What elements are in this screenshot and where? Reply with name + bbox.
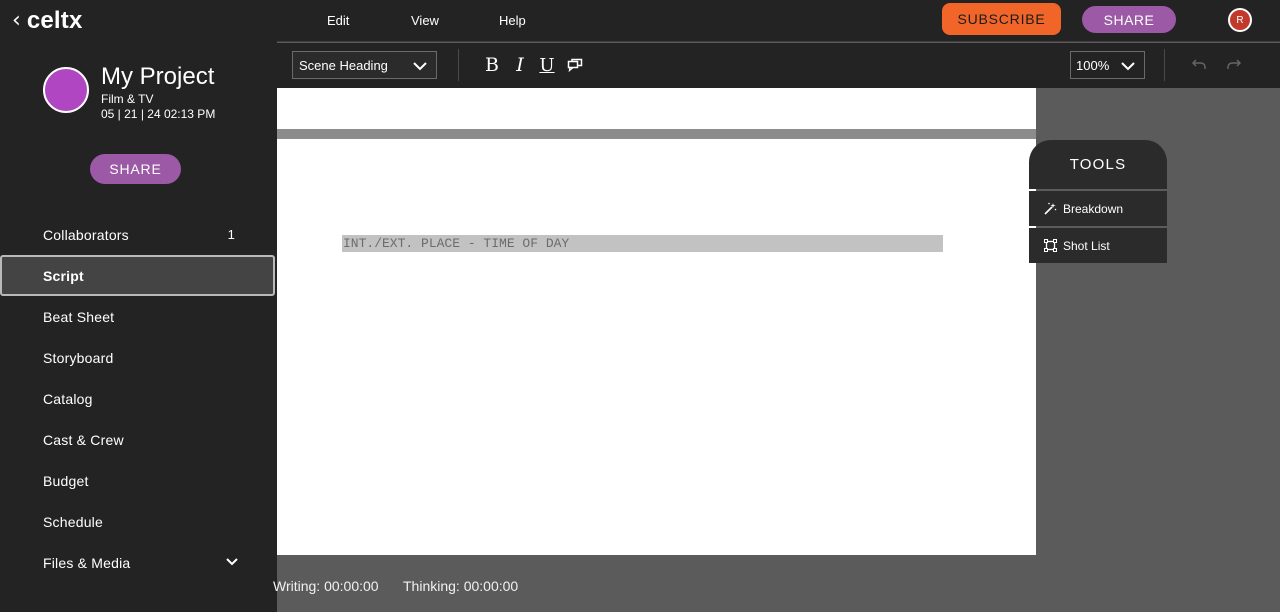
sidebar: ‹ celtx My Project Film & TV 05 | 21 | 2… xyxy=(0,0,277,612)
menu-view[interactable]: View xyxy=(411,13,439,28)
tool-label: Breakdown xyxy=(1063,201,1124,216)
sidebar-share-button[interactable]: SHARE xyxy=(90,154,181,184)
script-page[interactable]: INT./EXT. PLACE - TIME OF DAY xyxy=(277,139,1036,555)
tool-label: Shot List xyxy=(1063,238,1110,253)
sidebar-item-label: Storyboard xyxy=(43,349,114,366)
tools-panel: TOOLS Breakdown Shot List xyxy=(1029,140,1167,263)
sidebar-item-catalog[interactable]: Catalog xyxy=(0,378,277,419)
toolbar-divider xyxy=(1164,49,1165,81)
scene-heading-line[interactable]: INT./EXT. PLACE - TIME OF DAY xyxy=(342,235,943,252)
bold-button[interactable]: B xyxy=(481,54,503,76)
sidebar-item-label: Files & Media xyxy=(43,554,131,571)
comment-icon xyxy=(567,58,583,72)
toolbar-divider xyxy=(458,49,459,81)
sidebar-item-beat-sheet[interactable]: Beat Sheet xyxy=(0,296,277,337)
tool-shot-list[interactable]: Shot List xyxy=(1029,228,1167,263)
element-type-select[interactable]: Scene Heading xyxy=(292,51,437,79)
share-button[interactable]: SHARE xyxy=(1082,6,1176,33)
tool-breakdown[interactable]: Breakdown xyxy=(1029,191,1167,226)
undo-icon[interactable] xyxy=(1192,57,1206,71)
element-type-value: Scene Heading xyxy=(299,57,388,73)
status-bar: Writing: 00:00:00 Thinking: 00:00:00 xyxy=(273,556,1280,612)
italic-button[interactable]: I xyxy=(509,54,531,76)
writing-timer: Writing: 00:00:00 xyxy=(273,578,379,594)
project-date: 05 | 21 | 24 02:13 PM xyxy=(101,107,216,121)
sidebar-item-budget[interactable]: Budget xyxy=(0,460,277,501)
zoom-select[interactable]: 100% xyxy=(1070,51,1145,79)
page-separator xyxy=(277,129,1036,139)
brand-name: celtx xyxy=(26,7,83,34)
sidebar-item-label: Beat Sheet xyxy=(43,308,115,325)
collaborators-count: 1 xyxy=(227,227,235,242)
thinking-timer: Thinking: 00:00:00 xyxy=(403,578,519,594)
chevron-down-icon[interactable] xyxy=(225,555,239,569)
sidebar-item-script[interactable]: Script xyxy=(0,255,275,296)
sidebar-item-label: Collaborators xyxy=(43,226,129,243)
menu-edit[interactable]: Edit xyxy=(327,13,349,28)
sidebar-item-files-media[interactable]: Files & Media xyxy=(0,542,277,583)
zoom-value: 100% xyxy=(1076,57,1110,73)
project-avatar xyxy=(43,67,89,113)
sidebar-item-storyboard[interactable]: Storyboard xyxy=(0,337,277,378)
redo-icon[interactable] xyxy=(1227,57,1241,71)
brand-logo[interactable]: ‹ celtx xyxy=(12,6,83,36)
sidebar-nav: Collaborators 1 Script Beat Sheet Storyb… xyxy=(0,214,277,583)
user-avatar[interactable]: R xyxy=(1228,8,1252,32)
subscribe-button[interactable]: SUBSCRIBE xyxy=(942,3,1061,35)
sidebar-item-schedule[interactable]: Schedule xyxy=(0,501,277,542)
previous-page xyxy=(277,88,1036,129)
top-bar: Edit View Help SUBSCRIBE SHARE R xyxy=(277,0,1280,42)
chevron-down-icon xyxy=(1121,62,1135,71)
back-chevron-icon[interactable]: ‹ xyxy=(12,10,21,32)
sidebar-item-label: Budget xyxy=(43,472,89,489)
sidebar-item-label: Script xyxy=(43,267,84,284)
sidebar-item-collaborators[interactable]: Collaborators 1 xyxy=(0,214,277,255)
sidebar-item-label: Catalog xyxy=(43,390,93,407)
sidebar-item-cast-crew[interactable]: Cast & Crew xyxy=(0,419,277,460)
comment-button[interactable] xyxy=(564,54,586,76)
underline-button[interactable]: U xyxy=(536,54,558,76)
project-title: My Project xyxy=(101,63,215,90)
magic-wand-icon xyxy=(1044,202,1057,215)
frame-icon xyxy=(1044,239,1057,252)
format-toolbar: Scene Heading B I U 100% xyxy=(277,43,1280,88)
chevron-down-icon xyxy=(413,62,427,71)
sidebar-item-label: Cast & Crew xyxy=(43,431,124,448)
menu-help[interactable]: Help xyxy=(499,13,526,28)
project-type: Film & TV xyxy=(101,92,154,106)
sidebar-item-label: Schedule xyxy=(43,513,103,530)
tools-title[interactable]: TOOLS xyxy=(1029,140,1167,189)
